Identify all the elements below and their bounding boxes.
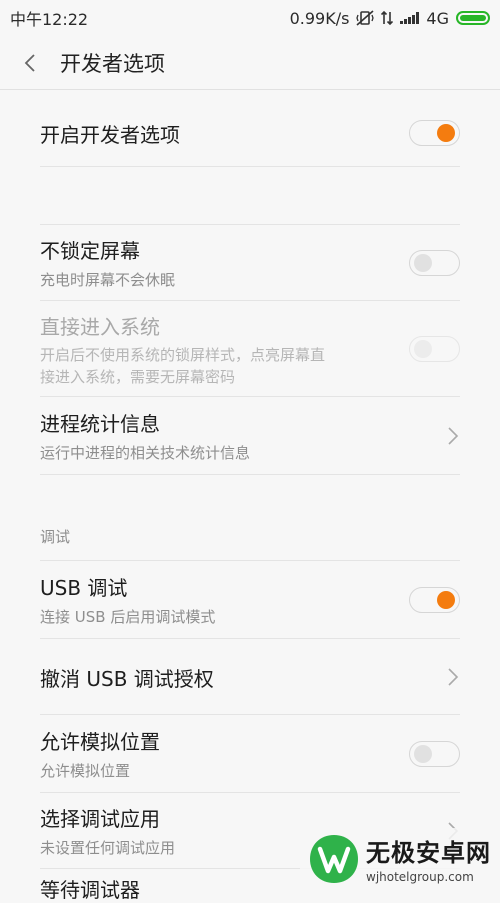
chevron-right-icon (448, 668, 459, 686)
signal-icon (400, 12, 420, 24)
mock-location-label: 允许模拟位置 (40, 730, 160, 754)
divider (40, 224, 460, 225)
status-bar: 中午12:22 0.99K/s 4G (0, 0, 500, 36)
stay-awake-summary: 充电时屏幕不会休眠 (40, 271, 176, 289)
stay-awake-toggle[interactable] (409, 250, 460, 276)
network-type: 4G (426, 8, 449, 28)
watermark-name: 无极安卓网 (366, 839, 491, 867)
direct-enter-row[interactable]: 直接进入系统 开启后不使用系统的锁屏样式，点亮屏幕直 接进入系统，需要无屏幕密码 (40, 302, 460, 396)
direct-enter-label: 直接进入系统 (40, 314, 160, 339)
usb-debug-summary: 连接 USB 后启用调试模式 (40, 608, 216, 626)
divider (40, 638, 460, 639)
divider (40, 396, 460, 397)
divider (40, 474, 460, 475)
divider (40, 166, 460, 167)
vibrate-off-icon (356, 10, 375, 26)
data-transfer-icon (381, 10, 394, 26)
mock-location-toggle[interactable] (409, 741, 460, 767)
stay-awake-label: 不锁定屏幕 (40, 239, 140, 263)
process-stats-label: 进程统计信息 (40, 412, 160, 436)
debug-app-label: 选择调试应用 (40, 807, 160, 831)
watermark-url: wjhotelgroup.com (366, 870, 474, 884)
mock-location-summary: 允许模拟位置 (40, 762, 131, 780)
divider (40, 560, 460, 561)
revoke-usb-row[interactable]: 撤消 USB 调试授权 (40, 640, 460, 714)
debug-section-header: 调试 (40, 528, 71, 546)
usb-debug-row[interactable]: USB 调试 连接 USB 后启用调试模式 (40, 562, 460, 638)
battery-icon (456, 11, 490, 25)
chevron-right-icon (448, 427, 459, 445)
stay-awake-row[interactable]: 不锁定屏幕 充电时屏幕不会休眠 (40, 226, 460, 300)
usb-debug-toggle[interactable] (409, 587, 460, 613)
divider (40, 300, 460, 301)
divider (40, 714, 460, 715)
process-stats-summary: 运行中进程的相关技术统计信息 (40, 444, 251, 462)
process-stats-row[interactable]: 进程统计信息 运行中进程的相关技术统计信息 (40, 398, 460, 474)
revoke-usb-label: 撤消 USB 调试授权 (40, 666, 214, 691)
watermark-logo-icon (310, 834, 358, 883)
mock-location-row[interactable]: 允许模拟位置 允许模拟位置 (40, 716, 460, 792)
title-bar: 开发者选项 (0, 36, 500, 90)
divider (40, 792, 460, 793)
direct-enter-toggle[interactable] (409, 336, 460, 362)
status-icons: 0.99K/s 4G (290, 9, 490, 28)
direct-enter-summary-line2: 接进入系统，需要无屏幕密码 (40, 367, 236, 386)
network-speed: 0.99K/s (289, 8, 350, 28)
chevron-left-icon (24, 53, 35, 72)
page-title: 开发者选项 (60, 51, 165, 76)
watermark: 无极安卓网 wjhotelgroup.com (300, 828, 500, 889)
direct-enter-summary-line1: 开启后不使用系统的锁屏样式，点亮屏幕直 (40, 345, 326, 364)
developer-options-toggle[interactable] (409, 120, 460, 146)
usb-debug-label: USB 调试 (40, 576, 128, 600)
developer-options-label: 开启开发者选项 (40, 122, 180, 147)
developer-options-row[interactable]: 开启开发者选项 (40, 100, 460, 166)
status-time: 中午12:22 (10, 10, 89, 29)
back-button[interactable] (0, 36, 60, 90)
debug-app-summary: 未设置任何调试应用 (40, 839, 176, 857)
